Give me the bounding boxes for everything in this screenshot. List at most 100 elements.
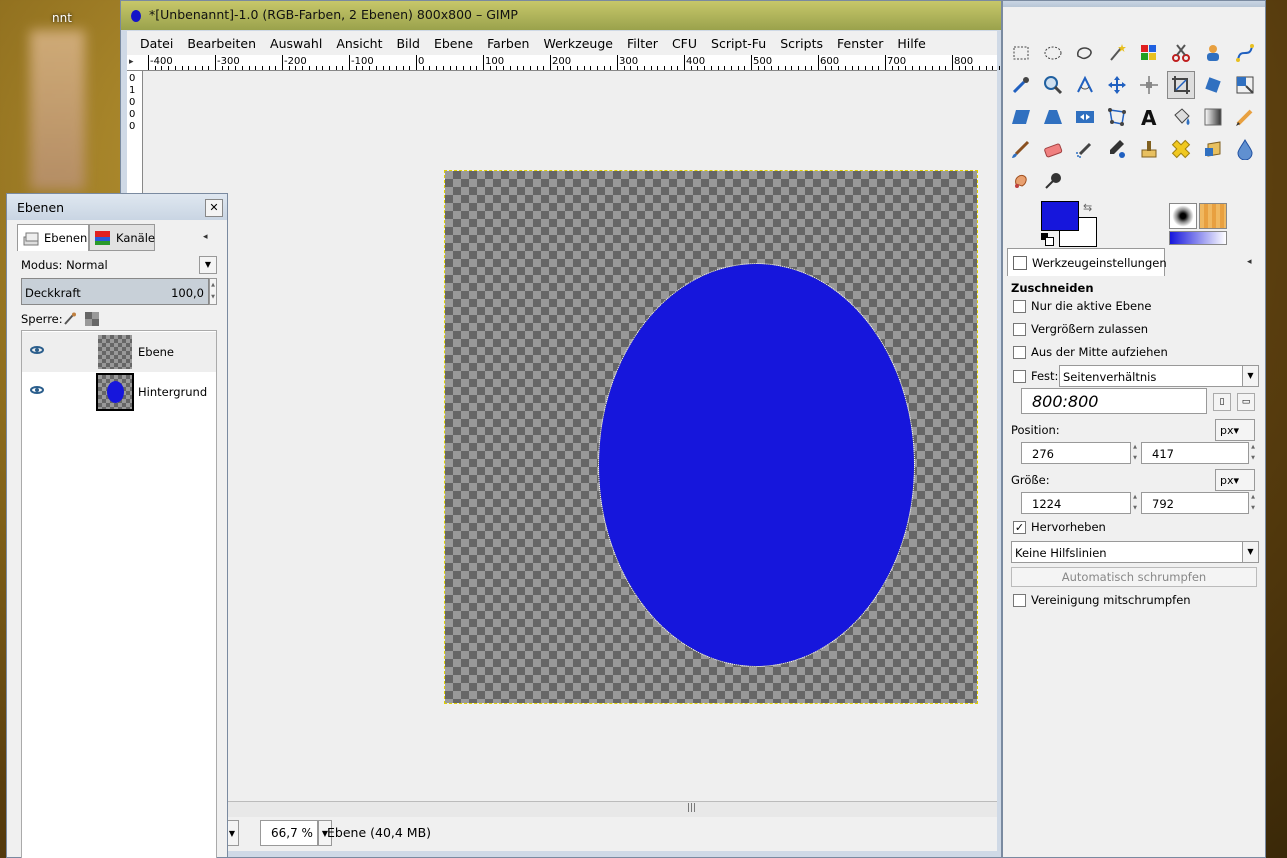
- lock-pixels-icon[interactable]: [63, 312, 77, 326]
- heal-tool-button[interactable]: [1167, 135, 1195, 163]
- scale-tool-button[interactable]: [1231, 71, 1259, 99]
- zoom-input[interactable]: 66,7 %: [260, 820, 318, 846]
- paths-tool-button[interactable]: [1231, 39, 1259, 67]
- perspective-tool-button[interactable]: [1039, 103, 1067, 131]
- horizontal-scrollbar[interactable]: |||: [127, 801, 997, 817]
- tab-tool-options[interactable]: Werkzeugeinstellungen: [1007, 248, 1167, 276]
- smudge-tool-button[interactable]: [1007, 167, 1035, 195]
- menu-item-scripts[interactable]: Scripts: [773, 36, 830, 51]
- paintbrush-tool-button[interactable]: [1007, 135, 1035, 163]
- rotate-tool-button[interactable]: [1199, 71, 1227, 99]
- color-picker-tool-button[interactable]: [1007, 71, 1035, 99]
- image-canvas[interactable]: [444, 170, 978, 704]
- landscape-icon[interactable]: ▭: [1237, 393, 1255, 411]
- tab-menu-icon[interactable]: ◂: [1247, 257, 1259, 269]
- crop-tool-button[interactable]: [1167, 71, 1195, 99]
- menu-item-datei[interactable]: Datei: [133, 36, 180, 51]
- fuzzy-select-tool-button[interactable]: [1103, 39, 1131, 67]
- close-icon[interactable]: ✕: [205, 199, 223, 217]
- horizontal-ruler[interactable]: ▸ -400 -300 -200 -100 0 100 200 300 400 500 600 700…: [127, 55, 1014, 71]
- pencil-tool-button[interactable]: [1231, 103, 1259, 131]
- brush-swatch[interactable]: [1169, 203, 1197, 229]
- layers-titlebar[interactable]: Ebenen ✕: [7, 194, 227, 220]
- eraser-tool-button[interactable]: [1039, 135, 1067, 163]
- guides-select[interactable]: Keine Hilfslinien ▼: [1011, 541, 1259, 563]
- move-tool-button[interactable]: [1103, 71, 1131, 99]
- menu-item-auswahl[interactable]: Auswahl: [263, 36, 329, 51]
- menu-item-ansicht[interactable]: Ansicht: [329, 36, 389, 51]
- lock-alpha-icon[interactable]: [85, 312, 99, 326]
- gradient-swatch[interactable]: [1169, 231, 1227, 245]
- layer-row[interactable]: Hintergrund: [22, 372, 216, 412]
- tab-layers[interactable]: Ebenen: [17, 224, 89, 251]
- align-tool-button[interactable]: [1135, 71, 1163, 99]
- mode-value[interactable]: Normal: [66, 258, 108, 272]
- chevron-down-icon[interactable]: ▼: [1242, 542, 1258, 562]
- pattern-swatch[interactable]: [1199, 203, 1227, 229]
- position-unit-select[interactable]: px▾: [1215, 419, 1255, 441]
- fixed-mode-select[interactable]: Seitenverhältnis ▼: [1059, 365, 1259, 387]
- visibility-eye-icon[interactable]: [30, 386, 44, 394]
- expand-center-checkbox[interactable]: [1013, 346, 1026, 359]
- size-height-spinner[interactable]: ▲ ▼: [1249, 492, 1257, 514]
- foreground-select-tool-button[interactable]: [1199, 39, 1227, 67]
- layer-row[interactable]: Ebene: [22, 332, 216, 372]
- tab-channels[interactable]: Kanäle: [89, 224, 155, 251]
- highlight-checkbox[interactable]: ✓: [1013, 521, 1026, 534]
- foreground-color-swatch[interactable]: [1041, 201, 1079, 231]
- chevron-down-icon[interactable]: ▼: [1242, 366, 1258, 386]
- swap-colors-icon[interactable]: ⇆: [1083, 201, 1097, 215]
- fixed-checkbox[interactable]: [1013, 370, 1026, 383]
- rect-select-tool-button[interactable]: [1007, 39, 1035, 67]
- position-x-spinner[interactable]: ▲ ▼: [1131, 442, 1139, 464]
- dodge-burn-tool-button[interactable]: [1039, 167, 1067, 195]
- clone-tool-button[interactable]: [1135, 135, 1163, 163]
- position-x-input[interactable]: 276: [1021, 442, 1131, 464]
- text-tool-button[interactable]: A: [1135, 103, 1163, 131]
- mode-dropdown-button[interactable]: ▼: [199, 256, 217, 274]
- color-select-tool-button[interactable]: [1135, 39, 1163, 67]
- menu-item-farben[interactable]: Farben: [480, 36, 536, 51]
- ellipse-select-tool-button[interactable]: [1039, 39, 1067, 67]
- scrollbar-grip-icon[interactable]: |||: [687, 803, 696, 813]
- airbrush-tool-button[interactable]: [1071, 135, 1099, 163]
- navigate-icon[interactable]: ▸: [129, 57, 141, 69]
- menu-item-ebene[interactable]: Ebene: [427, 36, 480, 51]
- position-y-spinner[interactable]: ▲ ▼: [1249, 442, 1257, 464]
- blend-tool-button[interactable]: [1199, 103, 1227, 131]
- portrait-icon[interactable]: ▯: [1213, 393, 1231, 411]
- scissors-tool-button[interactable]: [1167, 39, 1195, 67]
- shear-tool-button[interactable]: [1007, 103, 1035, 131]
- free-select-tool-button[interactable]: [1071, 39, 1099, 67]
- size-width-spinner[interactable]: ▲ ▼: [1131, 492, 1139, 514]
- aspect-ratio-input[interactable]: 800:800: [1021, 388, 1207, 414]
- image-window-titlebar[interactable]: *[Unbenannt]-1.0 (RGB-Farben, 2 Ebenen) …: [121, 1, 1001, 30]
- size-height-input[interactable]: 792: [1141, 492, 1249, 514]
- menu-item-script-fu[interactable]: Script-Fu: [704, 36, 773, 51]
- blur-tool-button[interactable]: [1231, 135, 1259, 163]
- ink-tool-button[interactable]: [1103, 135, 1131, 163]
- only-active-layer-checkbox[interactable]: [1013, 300, 1026, 313]
- zoom-tool-button[interactable]: [1039, 71, 1067, 99]
- toolbox-titlebar[interactable]: [1003, 1, 1265, 7]
- measure-tool-button[interactable]: [1071, 71, 1099, 99]
- menu-item-cfu[interactable]: CFU: [665, 36, 704, 51]
- size-unit-select[interactable]: px▾: [1215, 469, 1255, 491]
- reset-colors-icon[interactable]: [1041, 233, 1054, 246]
- menu-item-werkzeuge[interactable]: Werkzeuge: [536, 36, 620, 51]
- size-width-input[interactable]: 1224: [1021, 492, 1131, 514]
- menu-item-hilfe[interactable]: Hilfe: [890, 36, 932, 51]
- opacity-slider[interactable]: Deckkraft 100,0: [21, 278, 209, 305]
- menu-item-bearbeiten[interactable]: Bearbeiten: [180, 36, 263, 51]
- bucket-fill-tool-button[interactable]: [1167, 103, 1195, 131]
- shrink-merged-checkbox[interactable]: [1013, 594, 1026, 607]
- menu-item-bild[interactable]: Bild: [389, 36, 426, 51]
- cage-tool-button[interactable]: [1103, 103, 1131, 131]
- menu-item-filter[interactable]: Filter: [620, 36, 665, 51]
- auto-shrink-button[interactable]: Automatisch schrumpfen: [1011, 567, 1257, 587]
- position-y-input[interactable]: 417: [1141, 442, 1249, 464]
- flip-tool-button[interactable]: [1071, 103, 1099, 131]
- opacity-spinner[interactable]: ▲ ▼: [209, 278, 217, 305]
- perspective-clone-tool-button[interactable]: [1199, 135, 1227, 163]
- canvas-area[interactable]: [143, 71, 997, 801]
